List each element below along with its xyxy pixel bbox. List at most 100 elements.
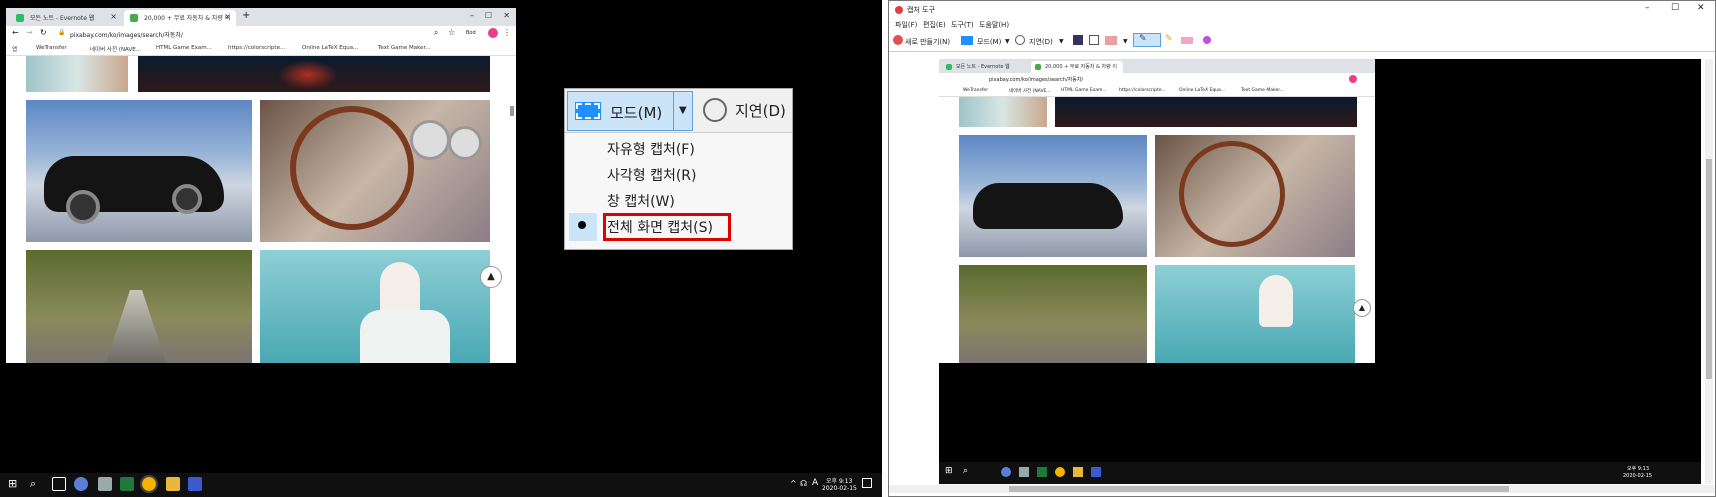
pixabay-icon bbox=[1035, 64, 1041, 70]
menu-item-window[interactable]: 창 캡처(W) bbox=[607, 191, 675, 211]
menu-edit[interactable]: 편집(E) bbox=[923, 20, 946, 30]
menu-icon[interactable]: ⋮ bbox=[503, 28, 511, 37]
forward-icon[interactable]: → bbox=[26, 28, 33, 37]
woman-car-photo[interactable] bbox=[260, 250, 490, 363]
scrollbar-thumb[interactable] bbox=[510, 106, 514, 116]
minimize-icon[interactable]: – bbox=[470, 11, 474, 20]
new-snip-button[interactable]: 새로 만들기(N) bbox=[905, 37, 950, 47]
notification-icon[interactable] bbox=[862, 478, 872, 488]
bookmark-wetransfer[interactable]: WeTransfer bbox=[36, 45, 67, 51]
send-icon[interactable] bbox=[1105, 36, 1117, 45]
evernote-icon bbox=[16, 14, 24, 22]
new-tab-icon[interactable]: + bbox=[242, 10, 250, 21]
search-icon[interactable]: ⌕ bbox=[30, 477, 44, 491]
delay-button[interactable]: 지연(D) bbox=[1029, 37, 1053, 47]
bookmark-naver[interactable]: 네이버 사전 (NAVE... bbox=[90, 45, 141, 53]
paint-icon[interactable] bbox=[74, 477, 88, 491]
mustang-photo[interactable] bbox=[26, 100, 252, 242]
snipping-tool-taskbar-icon[interactable] bbox=[188, 477, 202, 491]
menu-tools[interactable]: 도구(T) bbox=[951, 20, 974, 30]
vertical-scrollbar[interactable] bbox=[1705, 59, 1713, 484]
scrollbar-thumb[interactable] bbox=[1009, 486, 1509, 492]
clock-time[interactable]: 오후 9:13 bbox=[826, 476, 852, 485]
tray-chevron-icon[interactable]: ^ bbox=[790, 479, 797, 488]
bookmark-naver[interactable]: 네이버 사전 (NAVE... bbox=[1009, 88, 1051, 94]
bookmark-apps[interactable]: 앱 bbox=[12, 45, 17, 53]
profile-label[interactable]: Bod bbox=[466, 30, 476, 36]
scroll-top-button[interactable]: ▲ bbox=[1353, 299, 1371, 317]
clock-icon[interactable] bbox=[703, 98, 727, 122]
chrome-icon[interactable] bbox=[140, 475, 158, 493]
tab-evernote[interactable]: 모든 노트 - Evernote 웹 × bbox=[10, 10, 122, 26]
photo-thumbnail[interactable] bbox=[1055, 97, 1357, 127]
close-icon[interactable]: × bbox=[110, 12, 117, 21]
woman-car-photo[interactable] bbox=[1155, 265, 1355, 363]
zoom-icon[interactable]: ⌕ bbox=[434, 28, 438, 38]
bookmark-colorscripter[interactable]: https://colorscripte... bbox=[1119, 88, 1166, 93]
star-icon[interactable]: ☆ bbox=[448, 28, 455, 37]
chevron-down-icon[interactable]: ▼ bbox=[1005, 38, 1010, 45]
scrollbar-thumb[interactable] bbox=[1706, 159, 1712, 379]
close-window-icon[interactable]: ✕ bbox=[503, 11, 510, 20]
minimize-icon[interactable]: – bbox=[1645, 3, 1650, 13]
tab-pixabay[interactable]: 20,000 + 무료 자동차 & 차량 이 bbox=[1031, 61, 1123, 73]
volume-icon[interactable]: ☊ bbox=[800, 479, 807, 488]
avatar[interactable] bbox=[488, 28, 498, 38]
bookmark-latex[interactable]: Online LaTeX Equa... bbox=[302, 45, 358, 51]
steering-wheel-photo[interactable] bbox=[260, 100, 490, 242]
photo-thumbnail[interactable] bbox=[138, 56, 490, 92]
bookmark-latex[interactable]: Online LaTeX Equa... bbox=[1179, 88, 1225, 93]
close-icon[interactable]: × bbox=[224, 12, 231, 21]
street-photo[interactable] bbox=[26, 250, 252, 363]
bookmark-html-game[interactable]: HTML Game Exam... bbox=[156, 45, 212, 51]
mode-button[interactable]: 모드(M) bbox=[977, 37, 1001, 47]
delay-label[interactable]: 지연(D) bbox=[735, 100, 786, 121]
save-icon[interactable] bbox=[1073, 35, 1083, 45]
bookmark-text-game[interactable]: Text Game Maker... bbox=[1241, 88, 1284, 93]
paint3d-icon[interactable] bbox=[1203, 36, 1211, 44]
back-icon[interactable]: ← bbox=[12, 28, 19, 37]
menu-item-rectangle[interactable]: 사각형 캡처(R) bbox=[607, 165, 697, 185]
scroll-top-button[interactable]: ▲ bbox=[480, 266, 502, 288]
excel-icon[interactable] bbox=[120, 477, 134, 491]
windows-start-icon[interactable]: ⊞ bbox=[8, 477, 22, 491]
left-desktop: 모든 노트 - Evernote 웹 × 20,000 + 무료 자동차 & 차… bbox=[0, 0, 882, 497]
copy-icon[interactable] bbox=[1089, 35, 1099, 45]
mustang-photo[interactable] bbox=[959, 135, 1147, 257]
bookmark-text-game[interactable]: Text Game Maker... bbox=[378, 45, 430, 51]
page-content: ▲ bbox=[6, 56, 516, 363]
photo-thumbnail[interactable] bbox=[959, 97, 1047, 127]
photo-thumbnail[interactable] bbox=[26, 56, 128, 92]
file-explorer-icon[interactable] bbox=[166, 477, 180, 491]
menu-help[interactable]: 도움말(H) bbox=[979, 20, 1009, 30]
clock-date[interactable]: 2020-02-15 bbox=[822, 485, 857, 492]
reload-icon[interactable]: ↻ bbox=[40, 28, 47, 37]
highlighter-icon[interactable]: ✎ bbox=[1165, 34, 1173, 44]
chevron-down-icon[interactable]: ▼ bbox=[1123, 38, 1128, 45]
paint-icon bbox=[1001, 467, 1011, 477]
maximize-icon[interactable]: ☐ bbox=[485, 11, 492, 20]
street-photo[interactable] bbox=[959, 265, 1147, 363]
tab-pixabay[interactable]: 20,000 + 무료 자동차 & 차량 이 × bbox=[124, 10, 236, 26]
url-input[interactable]: pixabay.com/ko/images/search/자동차/ bbox=[989, 76, 1083, 83]
eraser-icon[interactable] bbox=[1181, 37, 1193, 44]
horizontal-scrollbar[interactable] bbox=[889, 485, 1715, 493]
bookmark-html-game[interactable]: HTML Game Exam... bbox=[1061, 88, 1107, 93]
tab-evernote[interactable]: 모든 노트 - Evernote 웹 bbox=[942, 61, 1030, 73]
pen-button[interactable] bbox=[1133, 33, 1161, 47]
menu-item-fullscreen[interactable]: 전체 화면 캡처(S) bbox=[607, 217, 713, 237]
maximize-icon[interactable]: ☐ bbox=[1671, 3, 1679, 13]
menu-file[interactable]: 파일(F) bbox=[895, 20, 917, 30]
chevron-down-icon[interactable]: ▼ bbox=[1059, 38, 1064, 45]
url-input[interactable]: pixabay.com/ko/images/search/자동차/ bbox=[70, 30, 183, 39]
bookmark-wetransfer[interactable]: WeTransfer bbox=[963, 88, 988, 93]
close-window-icon[interactable]: ✕ bbox=[1697, 3, 1705, 13]
avatar[interactable] bbox=[1349, 75, 1357, 83]
calculator-icon[interactable] bbox=[98, 477, 112, 491]
ime-indicator[interactable]: A bbox=[812, 478, 818, 488]
steering-wheel-photo[interactable] bbox=[1155, 135, 1355, 257]
mode-dropdown-arrow[interactable]: ▼ bbox=[673, 91, 693, 131]
task-view-icon[interactable] bbox=[52, 477, 66, 491]
menu-item-freeform[interactable]: 자유형 캡처(F) bbox=[607, 139, 695, 159]
bookmark-colorscripter[interactable]: https://colorscripte... bbox=[228, 45, 285, 51]
